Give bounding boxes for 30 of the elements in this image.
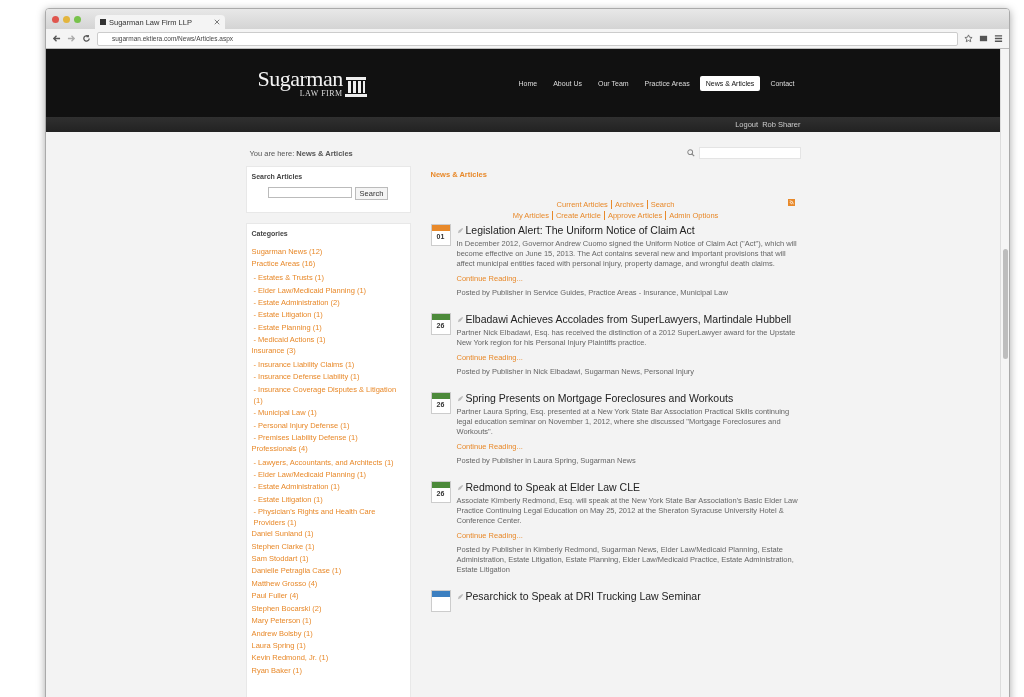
logo-subtitle: LAW FIRM bbox=[299, 90, 343, 98]
minimize-button[interactable] bbox=[63, 15, 70, 23]
back-icon[interactable] bbox=[52, 34, 61, 43]
menu-icon[interactable] bbox=[994, 34, 1003, 43]
scrollbar-thumb[interactable] bbox=[1002, 249, 1008, 359]
close-icon[interactable] bbox=[214, 19, 220, 25]
pencil-icon[interactable] bbox=[456, 226, 464, 234]
columns-icon bbox=[344, 76, 367, 98]
close-button[interactable] bbox=[52, 15, 59, 23]
site-logo[interactable]: Sugarman LAW FIRM bbox=[257, 68, 367, 98]
page-icon bbox=[100, 19, 106, 25]
pencil-icon[interactable] bbox=[456, 483, 464, 491]
extension-icon[interactable] bbox=[979, 34, 988, 43]
rss-icon[interactable] bbox=[787, 199, 795, 206]
pencil-icon[interactable] bbox=[456, 394, 464, 402]
article-title[interactable]: Elbadawi Achieves Accolades from SuperLawyers, Martindale Hubbell bbox=[465, 313, 792, 325]
calendar-icon bbox=[430, 590, 451, 612]
search-icon bbox=[686, 149, 695, 157]
article-title[interactable]: Spring Presents on Mortgage Foreclosures and Workouts bbox=[465, 392, 734, 404]
search-field[interactable] bbox=[267, 187, 352, 198]
article-title[interactable]: Legislation Alert: The Uniform Notice of Claim Act bbox=[465, 224, 695, 236]
article-title[interactable]: Pesarchick to Speak at DRI Trucking Law Seminar bbox=[465, 590, 701, 602]
forward-icon[interactable] bbox=[67, 34, 76, 43]
star-icon[interactable] bbox=[964, 34, 973, 43]
pencil-icon[interactable] bbox=[456, 592, 464, 600]
logo-title: Sugarman bbox=[257, 68, 343, 90]
article-title[interactable]: Redmond to Speak at Elder Law CLE bbox=[465, 481, 641, 493]
reload-icon[interactable] bbox=[82, 34, 91, 43]
pencil-icon[interactable] bbox=[456, 315, 464, 323]
zoom-button[interactable] bbox=[74, 15, 81, 23]
